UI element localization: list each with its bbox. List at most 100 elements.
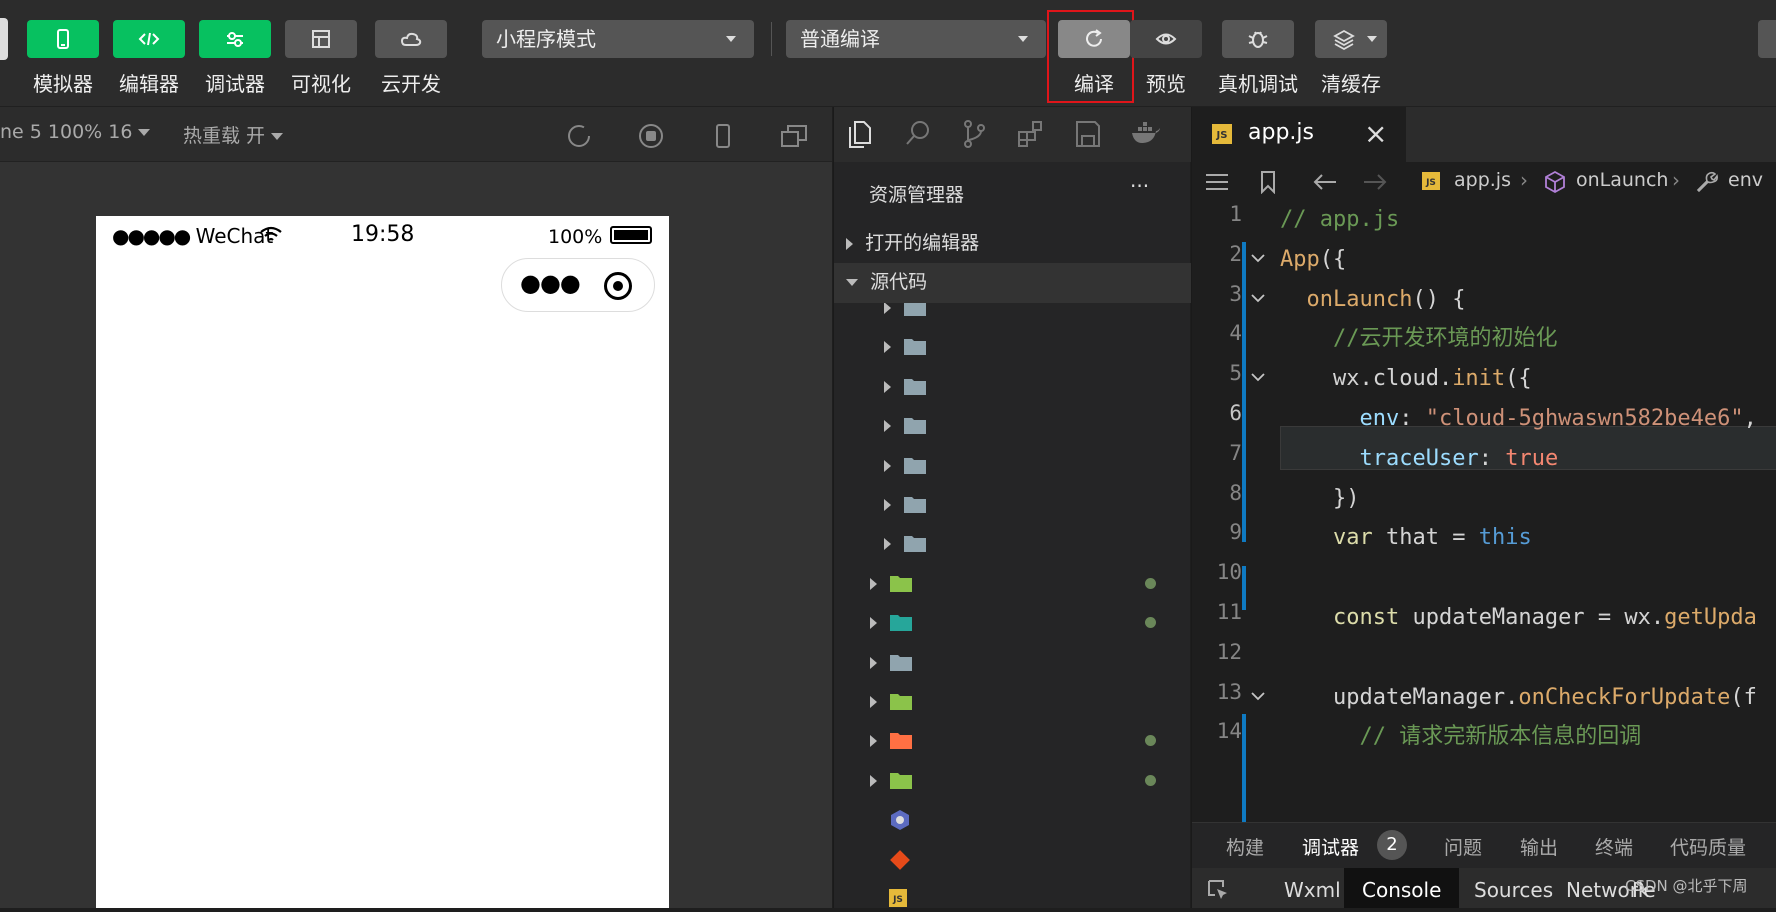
compile-select-value: 普通编译 [800, 27, 880, 51]
docker-icon[interactable] [1130, 121, 1162, 147]
code-line[interactable]: traceUser: true [1280, 439, 1558, 479]
device-icon[interactable] [710, 123, 736, 149]
folder-item[interactable] [834, 643, 1191, 682]
avatar[interactable] [0, 18, 8, 60]
files-icon[interactable] [846, 119, 874, 149]
file-item[interactable]: JS [834, 879, 1191, 908]
folder-item[interactable] [834, 406, 1191, 445]
record-icon[interactable] [638, 123, 664, 149]
code-line[interactable]: const updateManager = wx.getUpda [1280, 598, 1757, 638]
folder-item[interactable] [834, 761, 1191, 800]
fold-chevron-icon[interactable] [1250, 250, 1266, 266]
phone-screen[interactable]: ●●●●● WeChat 19:58 100% ●●● [96, 216, 669, 908]
line-number: 5 [1229, 361, 1242, 386]
preview-label: 预览 [1146, 72, 1186, 96]
code-line[interactable]: //云开发环境的初始化 [1280, 319, 1558, 359]
status-battery: 100% [548, 226, 603, 248]
preview-button[interactable] [1130, 20, 1202, 58]
arrow-right-icon[interactable] [1362, 172, 1388, 192]
source-section[interactable]: 源代码 [834, 263, 1191, 303]
more-button[interactable] [1758, 20, 1776, 58]
panel-tab[interactable]: 调试器 [1302, 833, 1359, 860]
debugger-label: 调试器 [205, 72, 265, 96]
folder-item[interactable] [834, 721, 1191, 760]
change-gutter-bar [1242, 566, 1246, 610]
line-number: 1 [1229, 202, 1242, 226]
debugger-badge: 2 [1377, 830, 1407, 860]
panel-tab[interactable]: 代码质量 [1670, 833, 1746, 860]
breadcrumb-function[interactable]: onLaunch [1576, 169, 1668, 191]
breadcrumb-property[interactable]: env [1728, 169, 1763, 191]
compile-select[interactable]: 普通编译 [786, 20, 1046, 58]
fold-chevron-icon[interactable] [1250, 290, 1266, 306]
editor-button[interactable] [113, 20, 185, 58]
code-line[interactable]: updateManager.onCheckForUpdate(f [1280, 678, 1757, 718]
folder-item[interactable] [834, 603, 1191, 642]
mode-select-value: 小程序模式 [496, 27, 596, 51]
folder-item[interactable] [834, 564, 1191, 603]
tab-app-js[interactable]: JS app.js × [1192, 107, 1406, 162]
devtools-tab[interactable]: Console [1344, 868, 1460, 908]
breadcrumb-file[interactable]: app.js [1454, 169, 1511, 191]
arrow-left-icon[interactable] [1312, 172, 1338, 192]
panel-tab[interactable]: 终端 [1595, 833, 1633, 860]
folder-item[interactable] [834, 303, 1191, 327]
code-line[interactable]: }) [1280, 479, 1360, 519]
code-area[interactable]: 1 // app.js 2 App({3 onLaunch() {4 //云开发环境的… [1192, 202, 1776, 822]
explorer-more-button[interactable]: ··· [1130, 174, 1149, 198]
clear-cache-button[interactable] [1315, 20, 1387, 58]
simulator-button[interactable] [27, 20, 99, 58]
panel-tab[interactable]: 问题 [1444, 833, 1482, 860]
folder-item[interactable] [834, 446, 1191, 485]
folder-item[interactable] [834, 327, 1191, 366]
list-icon[interactable] [1204, 172, 1230, 192]
cloud-button[interactable] [375, 20, 447, 58]
hot-reload-toggle[interactable]: 热重载 开 [183, 121, 284, 148]
chevron-down-icon [271, 133, 284, 140]
panel-tab[interactable]: 输出 [1520, 833, 1558, 860]
code-line[interactable]: App({ [1280, 240, 1346, 280]
folder-item[interactable] [834, 524, 1191, 563]
rotate-icon[interactable] [566, 123, 592, 149]
folder-icon [890, 694, 912, 710]
code-line[interactable]: onLaunch() { [1280, 280, 1466, 320]
code-line[interactable]: // 请求完新版本信息的回调 [1280, 717, 1641, 757]
folder-item[interactable] [834, 682, 1191, 721]
visual-button[interactable] [285, 20, 357, 58]
activity-bar [834, 107, 1191, 162]
simulator-toolbar: ne 5 100% 16 热重载 开 [0, 107, 832, 162]
battery-icon [610, 226, 652, 244]
open-editors-section[interactable]: 打开的编辑器 [846, 224, 979, 263]
line-number: 10 [1216, 560, 1242, 585]
code-line[interactable]: wx.cloud.init({ [1280, 359, 1532, 399]
real-debug-button[interactable] [1222, 20, 1294, 58]
code-line[interactable]: var that = this [1280, 518, 1532, 558]
debugger-button[interactable] [199, 20, 271, 58]
device-select-value: ne 5 100% 16 [0, 121, 133, 143]
code-line[interactable]: // app.js [1280, 202, 1399, 240]
fold-chevron-icon[interactable] [1250, 369, 1266, 385]
folder-item[interactable] [834, 367, 1191, 406]
modified-dot [1145, 617, 1156, 629]
extensions-icon[interactable] [1016, 119, 1046, 149]
file-item[interactable] [834, 800, 1191, 839]
code-line[interactable]: env: "cloud-5ghwaswn582be4e6", [1280, 399, 1756, 439]
more-dots-icon[interactable]: ●●● [520, 269, 581, 297]
close-icon[interactable]: × [1364, 117, 1387, 150]
git-icon [890, 849, 910, 870]
layers-icon [1333, 29, 1355, 50]
folder-item[interactable] [834, 485, 1191, 524]
search-icon[interactable] [904, 119, 932, 149]
panel-tab[interactable]: 构建 [1226, 833, 1264, 860]
inspect-icon[interactable] [1206, 878, 1230, 902]
bookmark-icon[interactable] [1259, 170, 1277, 194]
file-item[interactable] [834, 840, 1191, 879]
device-select[interactable]: ne 5 100% 16 [0, 121, 151, 143]
chevron-down-icon [726, 36, 736, 42]
git-branch-icon[interactable] [960, 119, 988, 149]
save-icon[interactable] [1074, 119, 1102, 149]
window-icon[interactable] [780, 123, 808, 149]
fold-chevron-icon[interactable] [1250, 688, 1266, 704]
close-target-icon[interactable] [604, 272, 632, 300]
mode-select[interactable]: 小程序模式 [482, 20, 754, 58]
